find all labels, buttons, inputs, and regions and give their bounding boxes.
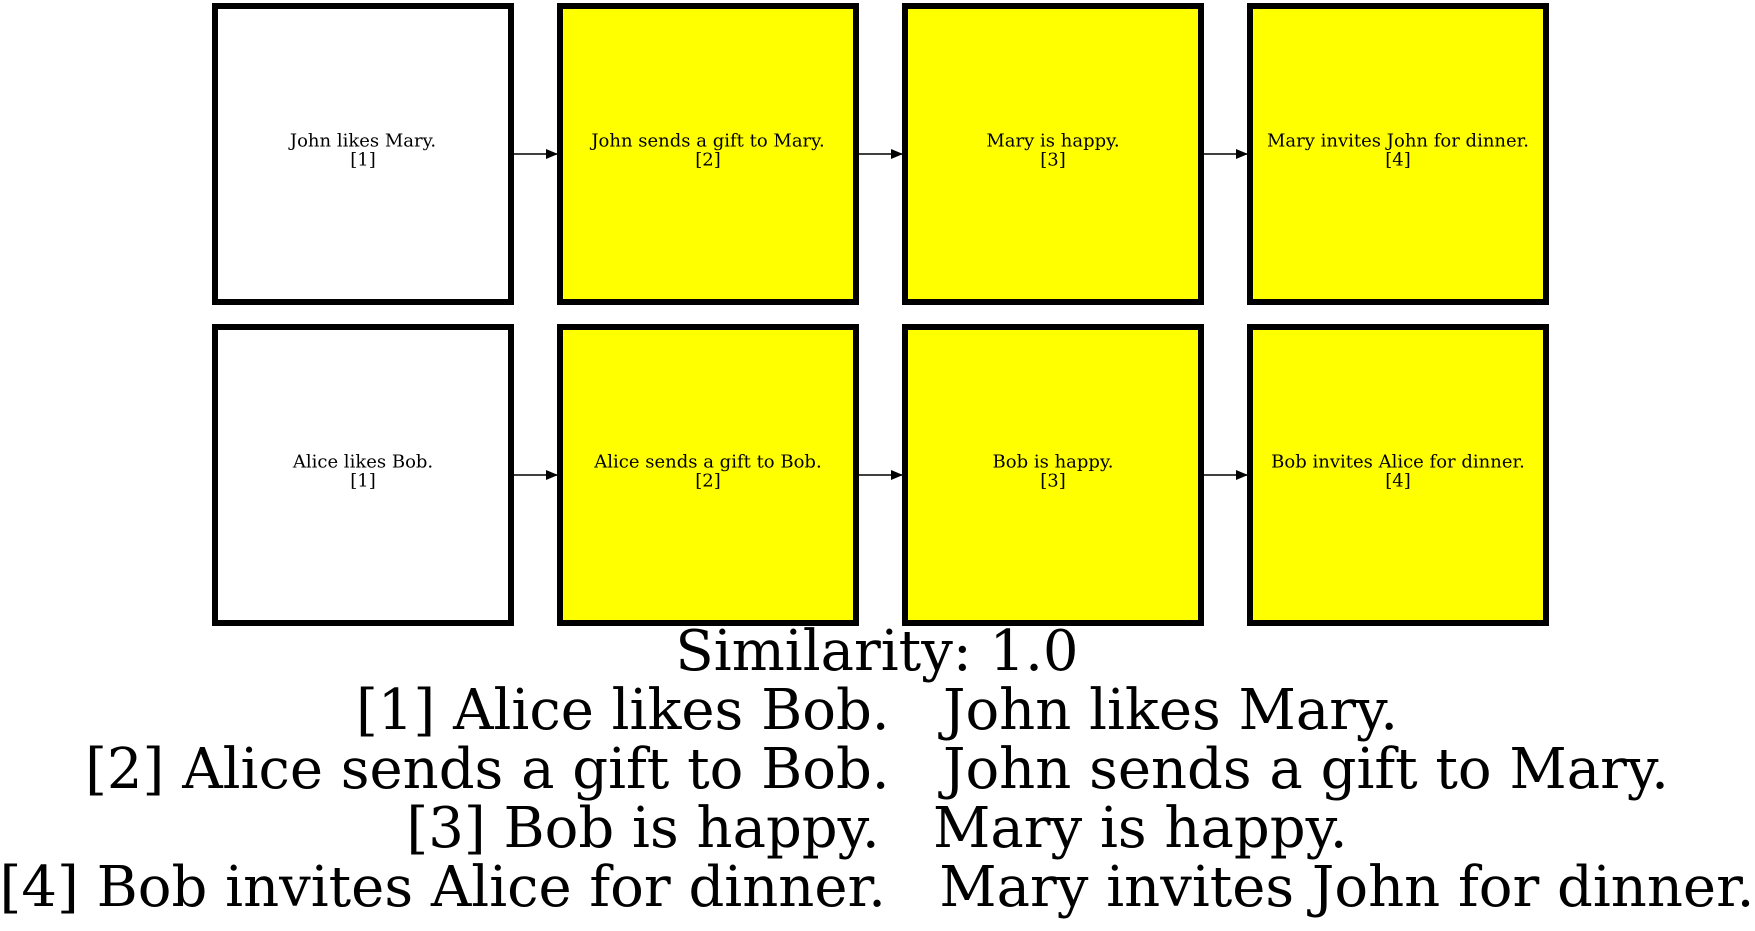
event-node-index: [4] — [1385, 471, 1411, 492]
caption: Similarity: 1.0 [1] Alice likes Bob. Joh… — [0, 619, 1754, 920]
nodes-layer: John likes Mary.[1]John sends a gift to … — [212, 3, 1549, 626]
caption-line: [1] Alice likes Bob. John likes Mary. — [356, 678, 1398, 743]
event-node-text: Alice likes Bob. — [292, 452, 433, 473]
event-node-text: Mary invites John for dinner. — [1267, 131, 1529, 152]
event-node: John likes Mary.[1] — [212, 3, 514, 305]
caption-left: [2] Alice sends a gift to Bob. — [85, 737, 943, 802]
event-node-text: Bob invites Alice for dinner. — [1271, 452, 1525, 473]
event-node-index: [2] — [695, 150, 721, 171]
caption-right: John likes Mary. — [938, 678, 1398, 743]
event-node: Alice likes Bob.[1] — [212, 324, 514, 626]
event-node-index: [3] — [1040, 150, 1066, 171]
event-node-index: [2] — [695, 471, 721, 492]
caption-right: Mary invites John for dinner. — [939, 855, 1754, 920]
similarity-score: Similarity: 1.0 — [675, 619, 1078, 684]
event-node-text: Bob is happy. — [993, 452, 1114, 473]
caption-right: Mary is happy. — [933, 796, 1348, 861]
event-node: Mary is happy.[3] — [902, 3, 1204, 305]
event-node-index: [3] — [1040, 471, 1066, 492]
event-node-text: John likes Mary. — [288, 131, 436, 152]
event-node-index: [1] — [350, 471, 376, 492]
event-node: Bob invites Alice for dinner.[4] — [1247, 324, 1549, 626]
event-node-index: [4] — [1385, 150, 1411, 171]
caption-right: John sends a gift to Mary. — [938, 737, 1669, 802]
event-node-text: Mary is happy. — [986, 131, 1119, 152]
caption-left: [4] Bob invites Alice for dinner. — [0, 855, 939, 920]
event-node: Alice sends a gift to Bob.[2] — [557, 324, 859, 626]
caption-left: [1] Alice likes Bob. — [356, 678, 943, 743]
event-node-index: [1] — [350, 150, 376, 171]
event-node-text: Alice sends a gift to Bob. — [593, 452, 821, 473]
caption-line: [4] Bob invites Alice for dinner. Mary i… — [0, 855, 1754, 920]
caption-line: [2] Alice sends a gift to Bob. John send… — [85, 737, 1669, 802]
caption-line: [3] Bob is happy. Mary is happy. — [406, 796, 1347, 861]
story-alignment-diagram: John likes Mary.[1]John sends a gift to … — [0, 3, 1754, 920]
event-node-text: John sends a gift to Mary. — [589, 131, 824, 152]
caption-left: [3] Bob is happy. — [406, 796, 933, 861]
event-node: Bob is happy.[3] — [902, 324, 1204, 626]
event-node: John sends a gift to Mary.[2] — [557, 3, 859, 305]
event-node: Mary invites John for dinner.[4] — [1247, 3, 1549, 305]
